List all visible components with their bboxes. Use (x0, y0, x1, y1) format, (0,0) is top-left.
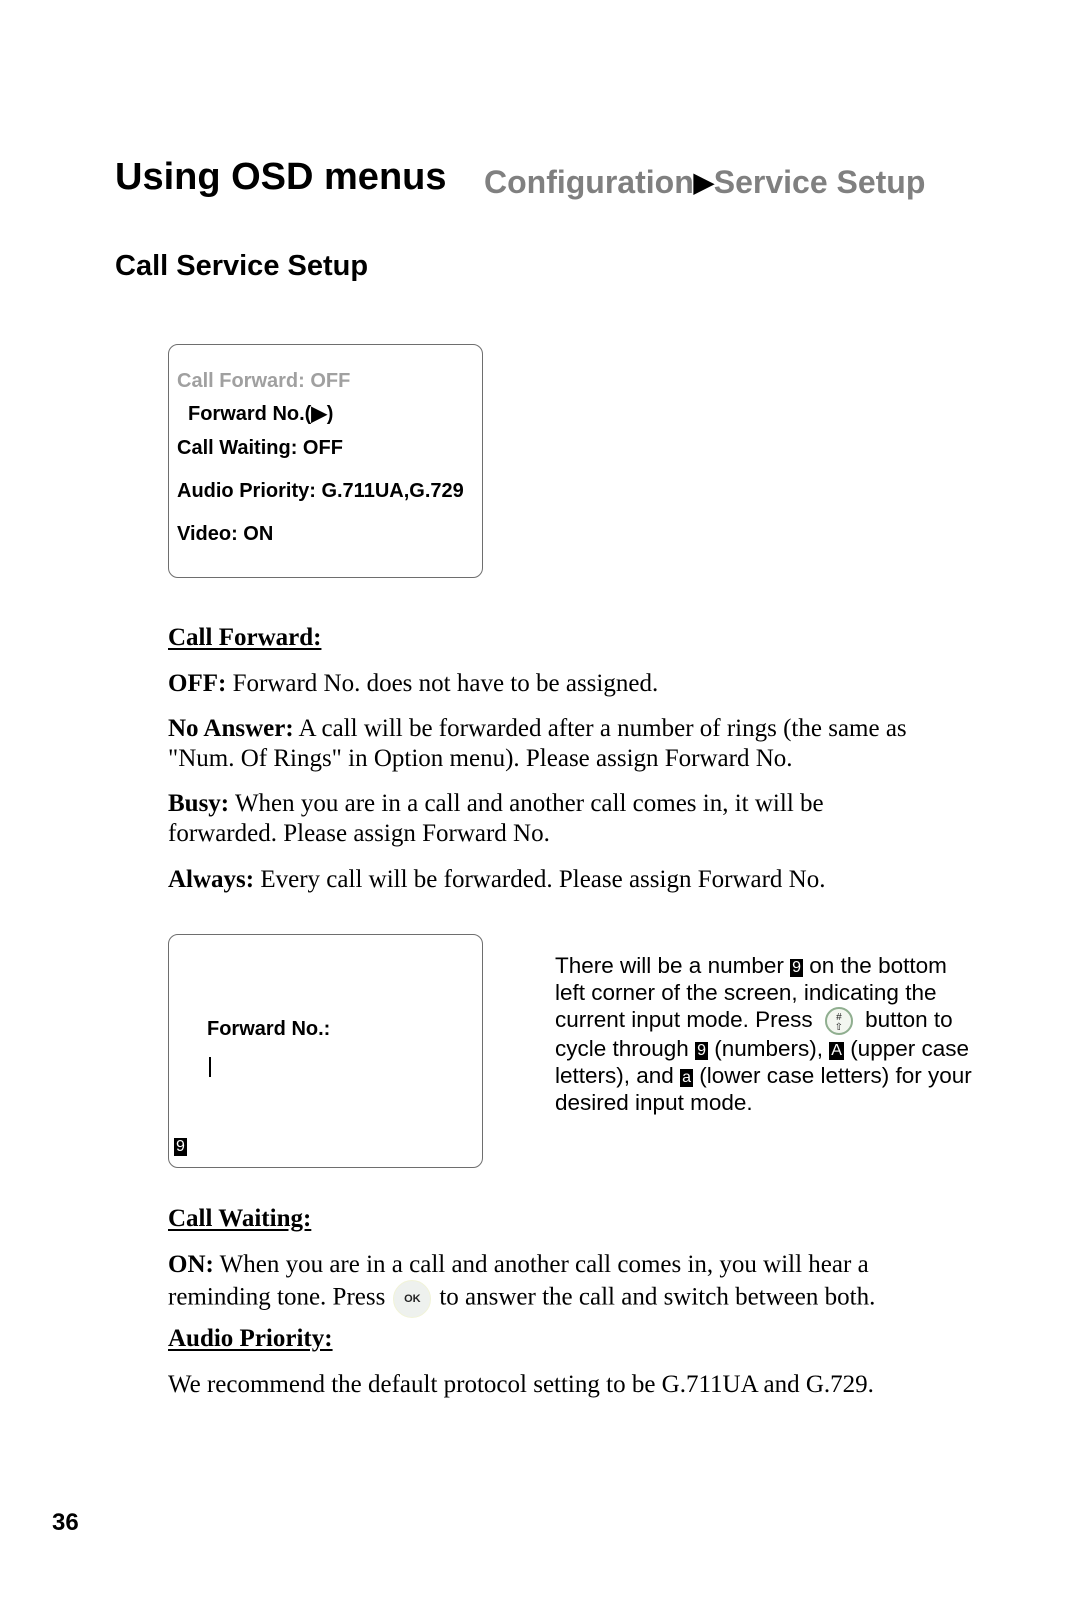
input-mode-note: There will be a number 9 on the bottom l… (555, 952, 975, 1116)
lowercase-mode-icon: a (680, 1069, 693, 1088)
osd-item-audio-priority: Audio Priority: G.711UA,G.729 (177, 480, 464, 502)
option-desc: to answer the call and switch between bo… (439, 1283, 876, 1311)
forward-number-label: Forward No.: (207, 1018, 331, 1040)
option-term: ON: (168, 1251, 214, 1278)
option-desc: When you are in a call and another call … (168, 790, 824, 847)
page-number: 36 (52, 1509, 79, 1536)
ok-button-icon: OK (393, 1280, 432, 1318)
numeric-mode-icon: 9 (790, 959, 804, 977)
breadcrumb-parent: Configuration (484, 164, 694, 200)
section-title: Call Service Setup (115, 250, 369, 282)
option-desc: Forward No. does not have to be assigned… (226, 670, 659, 697)
note-text: There will be a number (555, 953, 791, 978)
input-mode-indicator: 9 (174, 1138, 187, 1157)
osd-item-video: Video: ON (177, 523, 274, 545)
forward-number-screen: Forward No.: 9 (168, 934, 483, 1168)
osd-item-call-waiting: Call Waiting: OFF (177, 437, 343, 459)
numeric-mode-icon: 9 (174, 1138, 187, 1156)
option-term: OFF: (168, 670, 227, 697)
osd-menu-screen: Call Forward: OFF Forward No.(▶) Call Wa… (168, 344, 483, 578)
call-forward-option-off: OFF: Forward No. does not have to be ass… (168, 669, 958, 699)
call-waiting-description: ON: When you are in a call and another c… (168, 1250, 958, 1318)
option-term: Busy: (168, 790, 230, 817)
osd-item-forward-no: Forward No.(▶) (188, 403, 334, 425)
call-forward-option-always: Always: Every call will be forwarded. Pl… (168, 865, 958, 895)
hash-button-icon: # ⇧ (824, 1007, 853, 1036)
call-forward-heading: Call Forward: (168, 624, 322, 651)
audio-priority-description: We recommend the default protocol settin… (168, 1371, 874, 1398)
note-text: (numbers), (707, 1036, 830, 1062)
page-title: Using OSD menus (115, 156, 447, 198)
option-term: No Answer: (168, 715, 294, 742)
numeric-mode-icon: 9 (695, 1042, 708, 1061)
breadcrumb-current: Service Setup (713, 164, 926, 200)
uppercase-mode-icon: A (829, 1042, 844, 1061)
option-term: Always: (168, 866, 255, 893)
call-forward-option-busy: Busy: When you are in a call and another… (168, 789, 888, 849)
breadcrumb-separator-icon: ▶ (693, 167, 714, 197)
call-forward-option-no-answer: No Answer: A call will be forwarded afte… (168, 714, 938, 774)
breadcrumb: Configuration▶Service Setup (484, 164, 925, 201)
shift-arrow-icon: ⇧ (834, 1022, 844, 1034)
osd-item-call-forward: Call Forward: OFF (177, 370, 351, 392)
option-desc: Every call will be forwarded. Please ass… (254, 866, 826, 893)
call-waiting-heading: Call Waiting: (168, 1205, 312, 1232)
text-cursor (209, 1057, 211, 1077)
audio-priority-heading: Audio Priority: (168, 1325, 333, 1352)
